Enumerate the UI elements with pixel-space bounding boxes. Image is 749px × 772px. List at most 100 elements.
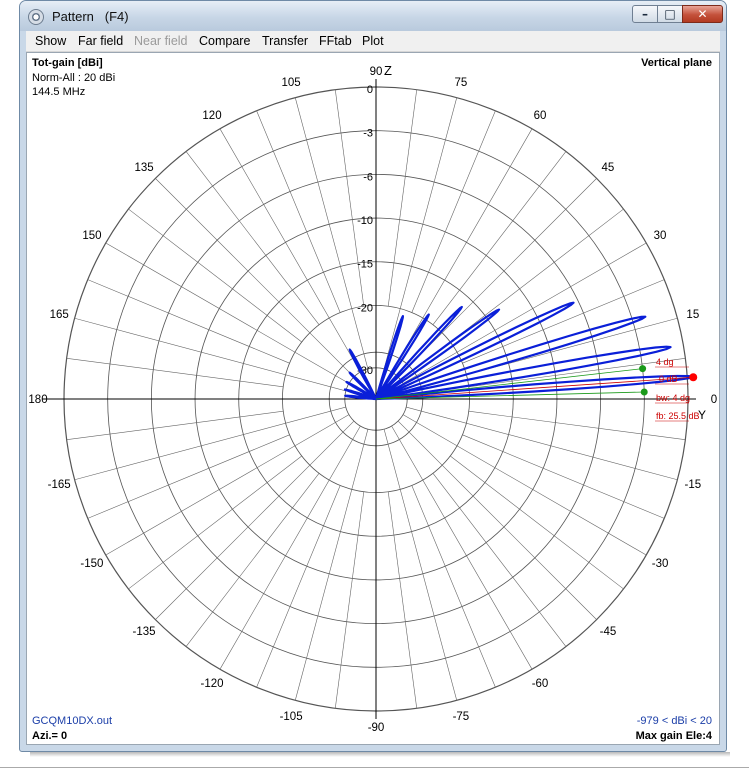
plane-title: Vertical plane: [641, 57, 712, 69]
taskbar-edge: [0, 767, 749, 768]
ring-label: -10: [357, 215, 373, 227]
grid-spoke: [105, 414, 350, 556]
grid-spoke: [468, 410, 686, 441]
maximize-icon: □: [664, 7, 676, 21]
grid-spoke: [334, 89, 365, 307]
beam-peak-label: 0 dB: [659, 374, 678, 384]
grid-spoke: [185, 473, 320, 647]
grid-spoke: [155, 178, 355, 378]
close-icon: ✕: [697, 7, 708, 21]
menu-show[interactable]: Show: [35, 34, 66, 48]
window-title: Pattern (F4): [52, 9, 129, 24]
gain-header: Tot-gain [dBi]: [32, 57, 103, 69]
angle-label: -105: [280, 711, 303, 723]
angle-label: -90: [368, 722, 385, 734]
grid-spoke: [387, 89, 418, 307]
angle-label: 165: [50, 309, 69, 321]
angle-label: -150: [80, 558, 103, 570]
menu-compare[interactable]: Compare: [199, 34, 250, 48]
grid-spoke: [391, 425, 533, 670]
angle-label: 15: [686, 309, 699, 321]
menu-fftab[interactable]: FFtab: [319, 34, 352, 48]
title-bar[interactable]: Pattern (F4) – □ ✕: [20, 1, 726, 31]
grid-spoke: [66, 410, 284, 441]
minimize-button[interactable]: –: [632, 5, 658, 23]
grid-spoke: [74, 406, 346, 481]
grid-spoke: [128, 455, 302, 590]
grid-spoke: [66, 357, 284, 388]
normalization-text: Norm-All : 20 dBi: [32, 72, 116, 84]
grid-spoke: [387, 491, 418, 709]
grid-spoke: [450, 208, 624, 343]
angle-label: 120: [202, 110, 221, 122]
maximize-button[interactable]: □: [657, 5, 683, 23]
grid-spoke: [411, 110, 496, 313]
beam-upper-label: 4 dg: [656, 357, 674, 367]
minimize-icon: –: [642, 7, 648, 21]
max-gain-text: Max gain Ele:4: [635, 730, 712, 742]
grid-spoke: [411, 485, 496, 688]
angle-label: -60: [532, 678, 549, 690]
grid-spoke: [450, 455, 624, 590]
polar-chart: 9075604530150-15-30-45-60-75-90-105-120-…: [28, 63, 717, 734]
front-back-label: fb: 25.5 dB: [656, 411, 700, 421]
grid-spoke: [155, 420, 355, 620]
grid-spoke: [128, 208, 302, 343]
angle-label: 60: [534, 110, 547, 122]
grid-spoke: [383, 429, 458, 701]
grid-spoke: [256, 485, 341, 688]
z-axis-label: Z: [384, 63, 392, 78]
close-button[interactable]: ✕: [682, 5, 723, 23]
pattern-plot-area[interactable]: 90 75 60 45 30 15 0 -15 -30 -45 -60 -75 -90 -105 -120-…: [26, 52, 720, 745]
grid-spoke: [219, 425, 361, 670]
grid-spoke: [87, 434, 290, 519]
ring-label: -20: [357, 302, 373, 314]
angle-label: -120: [200, 678, 223, 690]
angle-label: -165: [48, 479, 71, 491]
beamwidth-label: bw: 4 dg: [656, 393, 690, 403]
grid-spoke: [432, 151, 567, 325]
menu-bar: Show Far field Near field Compare Transf…: [26, 31, 720, 52]
angle-label: 0: [711, 394, 717, 406]
angle-label: 30: [654, 230, 667, 242]
ring-label: 0: [367, 84, 373, 96]
gain-range: -979 < dBi < 20: [636, 715, 712, 727]
ring-label: -15: [357, 259, 373, 271]
beam-lower-marker: [640, 388, 648, 396]
angle-label: -30: [652, 558, 669, 570]
grid-spoke: [219, 128, 361, 373]
max-gain-marker: [689, 373, 698, 382]
grid-spoke: [294, 429, 369, 701]
beam-upper-marker: [639, 365, 647, 373]
grid-spoke: [334, 491, 365, 709]
pattern-window: Pattern (F4) – □ ✕ Show Far field Near f…: [19, 0, 727, 752]
angle-label: -45: [600, 626, 617, 638]
menu-near-field[interactable]: Near field: [134, 34, 188, 48]
grid-spoke: [406, 406, 678, 481]
grid-spoke: [87, 279, 290, 364]
angle-label: 45: [602, 162, 615, 174]
grid-spoke: [105, 242, 350, 384]
menu-far-field[interactable]: Far field: [78, 34, 123, 48]
grid-spoke: [294, 97, 369, 369]
azimuth-text: Azi.= 0: [32, 730, 68, 742]
grid-spoke: [432, 473, 567, 647]
grid-spoke: [402, 414, 647, 556]
ring-label: -3: [363, 128, 373, 140]
angle-label: 150: [82, 230, 101, 242]
app-icon[interactable]: [28, 9, 44, 25]
grid-spoke: [397, 420, 597, 620]
angle-label: 180: [28, 394, 47, 406]
menu-plot[interactable]: Plot: [362, 34, 384, 48]
grid-spoke: [462, 434, 665, 519]
angle-label: 90: [370, 66, 383, 78]
angle-label: -75: [453, 711, 470, 723]
angle-label: 75: [454, 77, 467, 89]
ring-label: -6: [363, 171, 373, 183]
frequency-text: 144.5 MHz: [32, 86, 86, 98]
grid-spoke: [185, 151, 320, 325]
grid-spoke: [74, 317, 346, 392]
radiation-pattern: [343, 301, 695, 401]
menu-transfer[interactable]: Transfer: [262, 34, 308, 48]
file-name: GCQM10DX.out: [32, 715, 113, 727]
